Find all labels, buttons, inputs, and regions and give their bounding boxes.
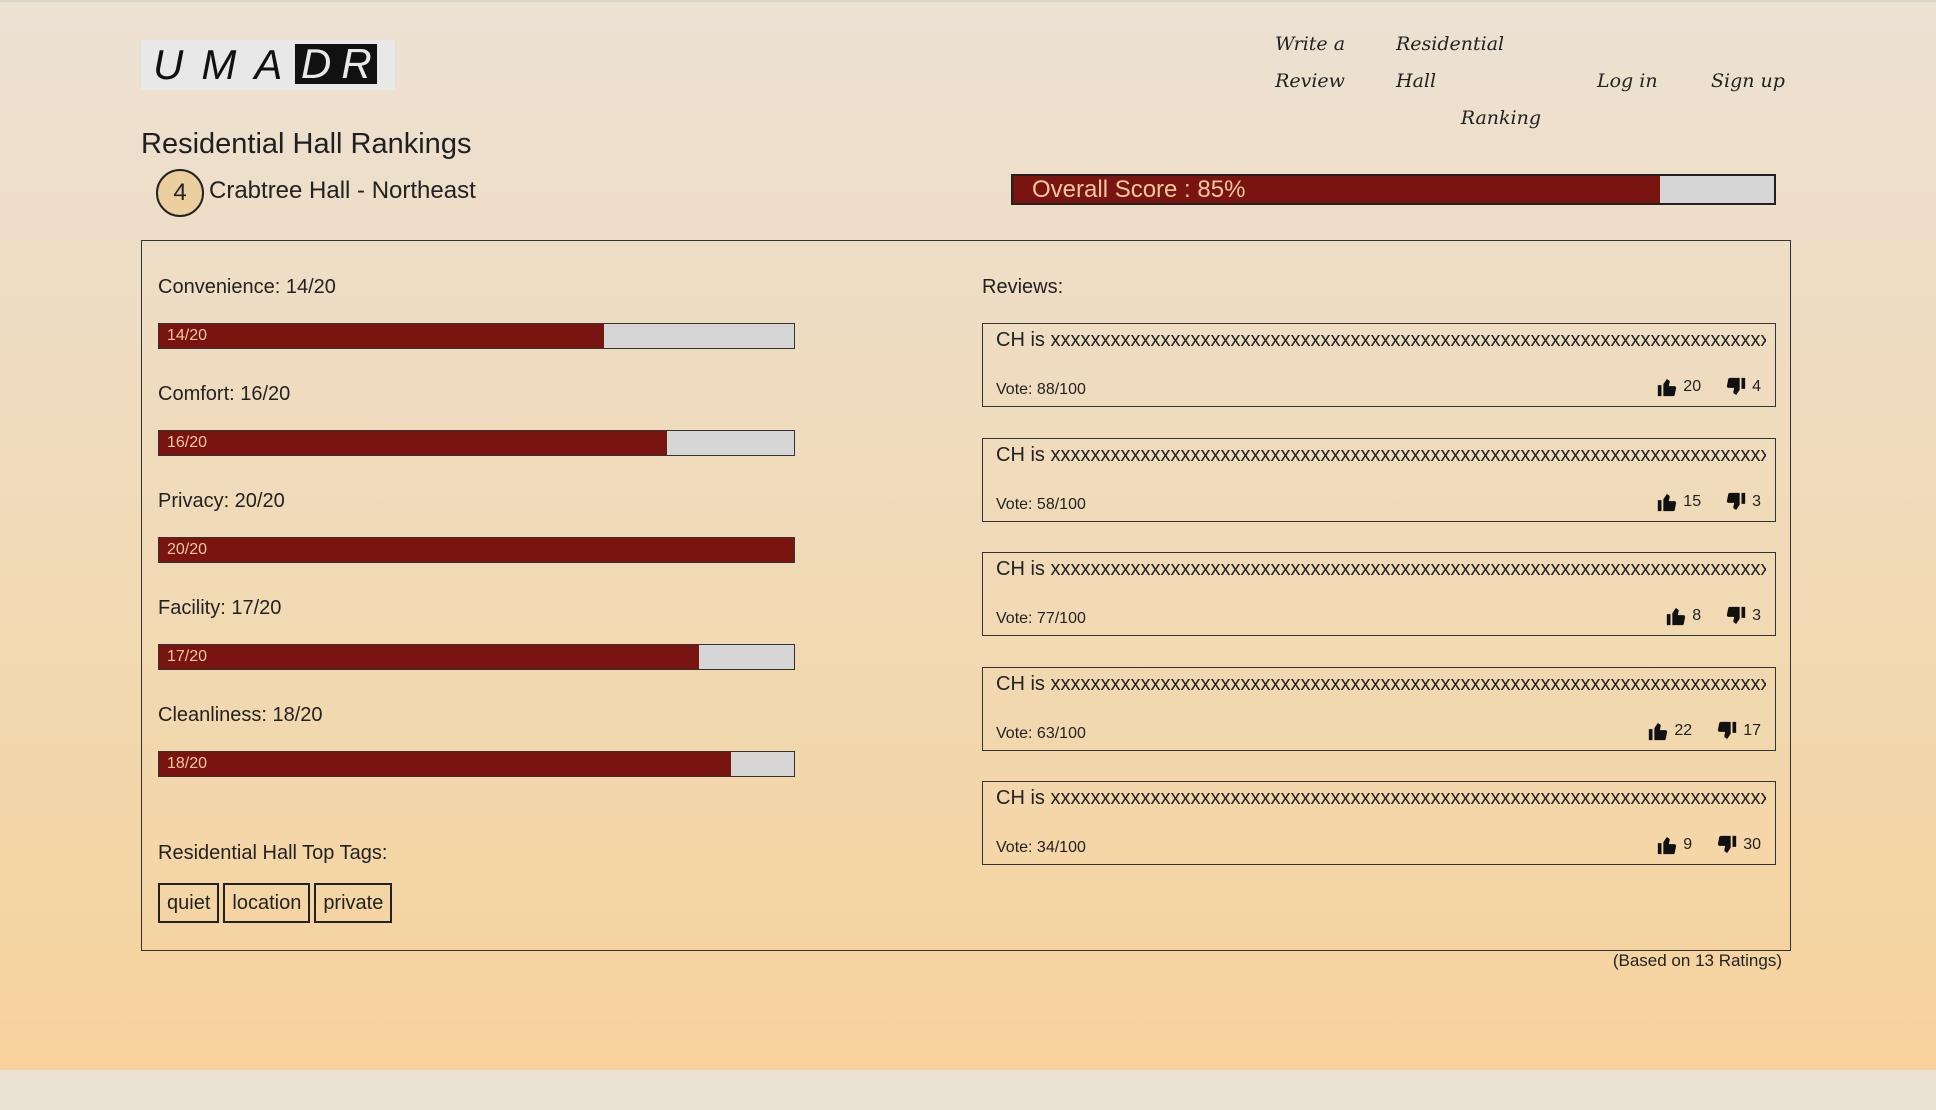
hall-detail-panel: Convenience: 14/20 14/20 Comfort: 16/20 …	[141, 240, 1791, 951]
thumbs-down-count: 3	[1752, 493, 1761, 510]
thumbs-up-button[interactable]: 20	[1656, 376, 1701, 398]
review-card: CH is xxxxxxxxxxxxxxxxxxxxxxxxxxxxxxxxxx…	[982, 552, 1776, 636]
thumbs-up-count: 20	[1683, 378, 1702, 395]
review-text: CH is xxxxxxxxxxxxxxxxxxxxxxxxxxxxxxxxxx…	[996, 558, 1766, 580]
nav-write-line2: Review	[1275, 70, 1345, 92]
thumbs-up-button[interactable]: 8	[1665, 605, 1701, 627]
review-votes: 20 4	[1656, 376, 1761, 398]
thumbs-down-count: 30	[1743, 836, 1761, 853]
thumbs-down-icon	[1725, 376, 1747, 398]
criterion-label-cleanliness: Cleanliness: 18/20	[158, 704, 323, 726]
review-votes: 22 17	[1647, 720, 1761, 742]
rank-badge: 4	[156, 169, 204, 217]
criterion-label-convenience: Convenience: 14/20	[158, 276, 336, 298]
thumbs-up-button[interactable]: 15	[1656, 491, 1701, 513]
review-votes: 15 3	[1656, 491, 1761, 513]
thumbs-up-icon	[1656, 491, 1678, 513]
criterion-bar-convenience: 14/20	[158, 323, 795, 349]
criterion-bar-fill	[159, 538, 794, 562]
criterion-bar-fill	[159, 431, 667, 455]
thumbs-up-icon	[1656, 376, 1678, 398]
thumbs-up-icon	[1647, 720, 1669, 742]
thumbs-down-icon	[1716, 834, 1738, 856]
overall-score-label: Overall Score : 85%	[1032, 176, 1246, 203]
review-text: CH is xxxxxxxxxxxxxxxxxxxxxxxxxxxxxxxxxx…	[996, 444, 1766, 466]
nav-write-review[interactable]: Write a Review	[1270, 26, 1350, 100]
review-votes: 8 3	[1665, 605, 1761, 627]
thumbs-down-button[interactable]: 30	[1716, 834, 1761, 856]
criterion-bar-comfort: 16/20	[158, 430, 795, 456]
nav-sign-up[interactable]: Sign up	[1711, 63, 1785, 100]
nav-ranking-line2: Ranking	[1460, 107, 1541, 129]
thumbs-down-count: 17	[1743, 722, 1761, 739]
thumbs-down-icon	[1725, 605, 1747, 627]
tag-location[interactable]: location	[223, 883, 311, 923]
thumbs-up-count: 8	[1692, 607, 1702, 624]
nav-ranking-line1: Residential Hall	[1396, 33, 1505, 92]
thumbs-up-button[interactable]: 22	[1647, 720, 1692, 742]
hall-name: Crabtree Hall - Northeast	[209, 177, 476, 204]
thumbs-up-count: 22	[1674, 722, 1693, 739]
criterion-bar-text: 20/20	[167, 541, 208, 558]
review-vote: Vote: 88/100	[996, 381, 1086, 398]
review-text: CH is xxxxxxxxxxxxxxxxxxxxxxxxxxxxxxxxxx…	[996, 329, 1766, 351]
tag-quiet[interactable]: quiet	[158, 883, 220, 923]
thumbs-up-button[interactable]: 9	[1656, 834, 1692, 856]
criterion-label-privacy: Privacy: 20/20	[158, 490, 285, 512]
review-card: CH is xxxxxxxxxxxxxxxxxxxxxxxxxxxxxxxxxx…	[982, 323, 1776, 407]
criterion-bar-fill	[159, 645, 699, 669]
review-votes: 9 30	[1656, 834, 1761, 856]
logo[interactable]: UMA DR	[141, 40, 395, 90]
criterion-bar-cleanliness: 18/20	[158, 751, 795, 777]
nav-write-line1: Write a	[1274, 33, 1346, 55]
review-card: CH is xxxxxxxxxxxxxxxxxxxxxxxxxxxxxxxxxx…	[982, 438, 1776, 522]
thumbs-down-icon	[1725, 491, 1747, 513]
thumbs-up-count: 15	[1683, 493, 1702, 510]
tag-private[interactable]: private	[314, 883, 393, 923]
criterion-label-facility: Facility: 17/20	[158, 597, 282, 619]
criterion-label-comfort: Comfort: 16/20	[158, 383, 291, 405]
thumbs-up-icon	[1656, 834, 1678, 856]
thumbs-down-icon	[1716, 720, 1738, 742]
review-vote: Vote: 58/100	[996, 496, 1086, 513]
criterion-bar-fill	[159, 752, 731, 776]
criterion-bar-text: 14/20	[167, 327, 208, 344]
thumbs-up-icon	[1665, 605, 1687, 627]
criterion-bar-privacy: 20/20	[158, 537, 795, 563]
review-card: CH is xxxxxxxxxxxxxxxxxxxxxxxxxxxxxxxxxx…	[982, 667, 1776, 751]
page: UMA DR Write a Review Residential Hall R…	[0, 0, 1936, 1070]
ratings-footnote: (Based on 13 Ratings)	[1612, 951, 1782, 970]
review-vote: Vote: 63/100	[996, 725, 1086, 742]
nav-log-in[interactable]: Log in	[1597, 63, 1658, 100]
criterion-bar-fill	[159, 324, 604, 348]
thumbs-down-count: 4	[1752, 378, 1761, 395]
logo-text-right: DR	[295, 43, 377, 85]
review-vote: Vote: 77/100	[996, 610, 1086, 627]
nav-hall-ranking[interactable]: Residential Hall Ranking	[1396, 26, 1541, 137]
logo-text-left: UMA	[153, 41, 301, 88]
thumbs-down-button[interactable]: 17	[1716, 720, 1761, 742]
page-title: Residential Hall Rankings	[141, 128, 472, 160]
thumbs-down-button[interactable]: 3	[1725, 491, 1761, 513]
review-text: CH is xxxxxxxxxxxxxxxxxxxxxxxxxxxxxxxxxx…	[996, 673, 1766, 695]
reviews-title: Reviews:	[982, 276, 1064, 298]
criterion-bar-text: 16/20	[167, 434, 208, 451]
thumbs-down-button[interactable]: 4	[1725, 376, 1761, 398]
criterion-bar-text: 17/20	[167, 648, 208, 665]
thumbs-down-count: 3	[1752, 607, 1761, 624]
criterion-bar-text: 18/20	[167, 755, 208, 772]
review-card: CH is xxxxxxxxxxxxxxxxxxxxxxxxxxxxxxxxxx…	[982, 781, 1776, 865]
top-tags-title: Residential Hall Top Tags:	[158, 842, 388, 864]
criterion-bar-facility: 17/20	[158, 644, 795, 670]
thumbs-up-count: 9	[1683, 836, 1693, 853]
overall-score-bar: Overall Score : 85%	[1011, 174, 1776, 205]
review-vote: Vote: 34/100	[996, 839, 1086, 856]
tag-list: quiet location private	[158, 883, 393, 923]
review-text: CH is xxxxxxxxxxxxxxxxxxxxxxxxxxxxxxxxxx…	[996, 787, 1766, 809]
thumbs-down-button[interactable]: 3	[1725, 605, 1761, 627]
